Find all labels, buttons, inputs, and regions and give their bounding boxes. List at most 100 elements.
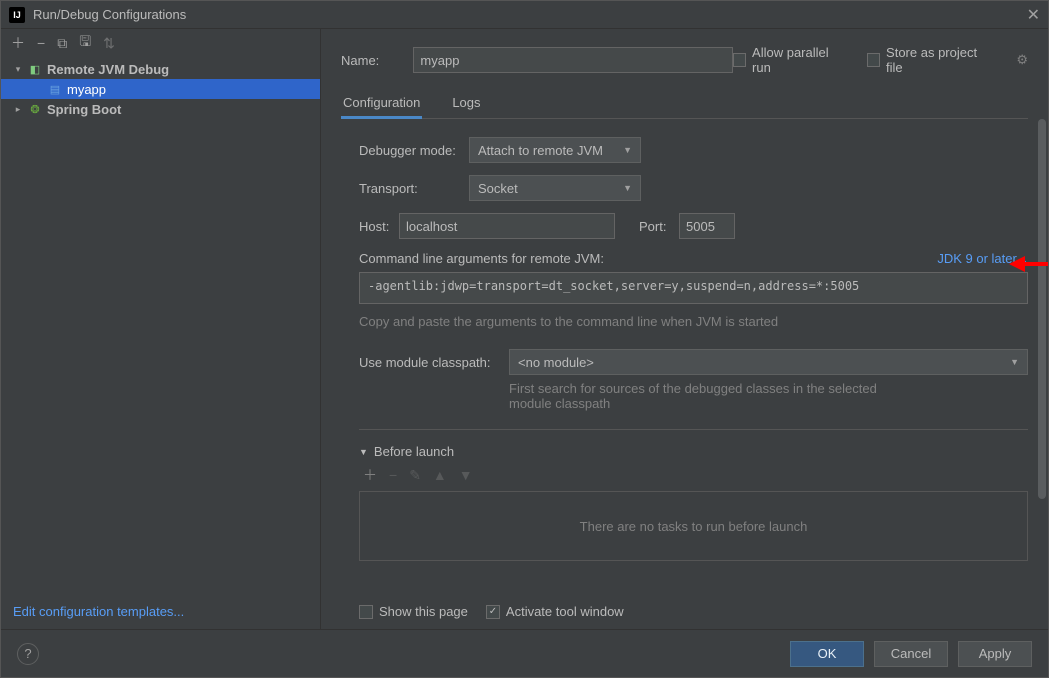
empty-tasks-text: There are no tasks to run before launch: [580, 519, 808, 534]
vertical-scrollbar[interactable]: [1038, 119, 1046, 629]
move-up-icon[interactable]: ▲: [433, 467, 447, 483]
tree-node-myapp[interactable]: ▤ myapp: [1, 79, 320, 99]
tab-configuration[interactable]: Configuration: [341, 89, 422, 118]
tree-node-label: myapp: [67, 82, 106, 97]
dialog-title: Run/Debug Configurations: [33, 7, 186, 22]
edit-templates-link[interactable]: Edit configuration templates...: [13, 604, 184, 619]
port-input[interactable]: [679, 213, 735, 239]
sort-config-icon[interactable]: ⇅: [103, 35, 115, 52]
cmdline-hint: Copy and paste the arguments to the comm…: [359, 314, 1028, 329]
right-panel: Name: Allow parallel run Store as projec…: [321, 29, 1048, 629]
left-footer: Edit configuration templates...: [1, 594, 320, 629]
expand-icon[interactable]: ▾: [13, 64, 23, 75]
apply-button[interactable]: Apply: [958, 641, 1032, 667]
transport-select[interactable]: Socket ▼: [469, 175, 641, 201]
config-toolbar: ＋ − ⧉ 🖫 ⇅: [1, 29, 320, 57]
cmdline-text: -agentlib:jdwp=transport=dt_socket,serve…: [368, 279, 859, 293]
checkbox-icon: [486, 605, 500, 619]
dialog-footer: ? OK Cancel Apply: [1, 629, 1048, 677]
jdk-version-value: JDK 9 or later: [937, 251, 1016, 266]
before-launch-toolbar: ＋ − ✎ ▲ ▼: [359, 459, 1028, 491]
check-label: Allow parallel run: [752, 45, 847, 75]
debugger-mode-select[interactable]: Attach to remote JVM ▼: [469, 137, 641, 163]
bottom-options: Show this page Activate tool window: [341, 600, 1028, 629]
remote-jvm-icon: ◧: [27, 61, 43, 77]
before-launch-header[interactable]: ▼ Before launch: [359, 444, 1028, 459]
cmdline-label: Command line arguments for remote JVM:: [359, 251, 604, 266]
host-label: Host:: [359, 219, 399, 234]
check-label: Activate tool window: [506, 604, 624, 619]
triangle-down-icon: ▼: [359, 447, 368, 457]
cmdline-args-field[interactable]: -agentlib:jdwp=transport=dt_socket,serve…: [359, 272, 1028, 304]
tab-label: Logs: [452, 95, 480, 110]
transport-row: Transport: Socket ▼: [359, 175, 1028, 201]
config-tree: ▾ ◧ Remote JVM Debug ▤ myapp ▸ ❂ Spring …: [1, 57, 320, 594]
cmdline-header: Command line arguments for remote JVM: J…: [359, 251, 1028, 266]
tabs: Configuration Logs: [341, 89, 1028, 119]
jdk-version-dropdown[interactable]: JDK 9 or later ⌄: [937, 251, 1028, 266]
name-row: Name: Allow parallel run Store as projec…: [341, 45, 1028, 75]
chevron-down-icon: ▼: [623, 183, 632, 193]
move-down-icon[interactable]: ▼: [459, 467, 473, 483]
save-config-icon[interactable]: 🖫: [79, 31, 91, 55]
allow-parallel-check[interactable]: Allow parallel run: [733, 45, 847, 75]
host-input[interactable]: [399, 213, 615, 239]
ok-button[interactable]: OK: [790, 641, 864, 667]
remove-task-icon[interactable]: −: [389, 467, 397, 483]
transport-label: Transport:: [359, 181, 469, 196]
button-label: Apply: [979, 646, 1012, 661]
checkbox-icon: [867, 53, 880, 67]
chevron-down-icon: ▼: [623, 145, 632, 155]
store-project-check[interactable]: Store as project file: [867, 45, 993, 75]
module-hint: First search for sources of the debugged…: [509, 381, 889, 411]
help-icon[interactable]: ?: [17, 643, 39, 665]
scrollbar-thumb[interactable]: [1038, 119, 1046, 499]
close-icon[interactable]: ✕: [1027, 5, 1040, 25]
app-icon: IJ: [9, 7, 25, 23]
application-icon: ▤: [47, 81, 63, 97]
left-panel: ＋ − ⧉ 🖫 ⇅ ▾ ◧ Remote JVM Debug ▤ myapp ▸: [1, 29, 321, 629]
footer-buttons: OK Cancel Apply: [790, 641, 1032, 667]
tab-label: Configuration: [343, 95, 420, 110]
name-label: Name:: [341, 53, 413, 68]
section-title: Before launch: [374, 444, 454, 459]
dialog-body: ＋ − ⧉ 🖫 ⇅ ▾ ◧ Remote JVM Debug ▤ myapp ▸: [1, 29, 1048, 629]
module-classpath-label: Use module classpath:: [359, 355, 509, 370]
chevron-down-icon: ▼: [1010, 357, 1019, 367]
expand-icon[interactable]: ▸: [13, 104, 23, 115]
tree-node-label: Spring Boot: [47, 102, 121, 117]
select-value: Socket: [478, 181, 518, 196]
debugger-mode-label: Debugger mode:: [359, 143, 469, 158]
gear-icon[interactable]: ⚙: [1016, 52, 1028, 68]
titlebar: IJ Run/Debug Configurations ✕: [1, 1, 1048, 29]
remove-config-icon[interactable]: −: [37, 35, 45, 51]
separator: [359, 429, 1028, 430]
spring-icon: ❂: [27, 101, 43, 117]
show-this-page-check[interactable]: Show this page: [359, 604, 468, 619]
host-port-row: Host: Port:: [359, 213, 1028, 239]
module-classpath-row: Use module classpath: <no module> ▼: [359, 349, 1028, 375]
copy-config-icon[interactable]: ⧉: [57, 35, 67, 52]
button-label: Cancel: [891, 646, 931, 661]
tab-logs[interactable]: Logs: [450, 89, 482, 118]
add-config-icon[interactable]: ＋: [11, 33, 25, 53]
name-input[interactable]: [413, 47, 732, 73]
tree-node-springboot[interactable]: ▸ ❂ Spring Boot: [1, 99, 320, 119]
cancel-button[interactable]: Cancel: [874, 641, 948, 667]
check-label: Show this page: [379, 604, 468, 619]
button-label: OK: [818, 646, 837, 661]
before-launch-list: There are no tasks to run before launch: [359, 491, 1028, 561]
edit-task-icon[interactable]: ✎: [409, 467, 421, 484]
checkbox-icon: [359, 605, 373, 619]
dialog-root: IJ Run/Debug Configurations ✕ ＋ − ⧉ 🖫 ⇅ …: [0, 0, 1049, 678]
check-label: Store as project file: [886, 45, 992, 75]
config-form: Debugger mode: Attach to remote JVM ▼ Tr…: [341, 137, 1028, 600]
module-classpath-select[interactable]: <no module> ▼: [509, 349, 1028, 375]
select-value: Attach to remote JVM: [478, 143, 603, 158]
add-task-icon[interactable]: ＋: [363, 465, 377, 485]
debugger-mode-row: Debugger mode: Attach to remote JVM ▼: [359, 137, 1028, 163]
tree-node-label: Remote JVM Debug: [47, 62, 169, 77]
port-label: Port:: [639, 219, 679, 234]
tree-node-remote-jvm[interactable]: ▾ ◧ Remote JVM Debug: [1, 59, 320, 79]
activate-tool-window-check[interactable]: Activate tool window: [486, 604, 624, 619]
